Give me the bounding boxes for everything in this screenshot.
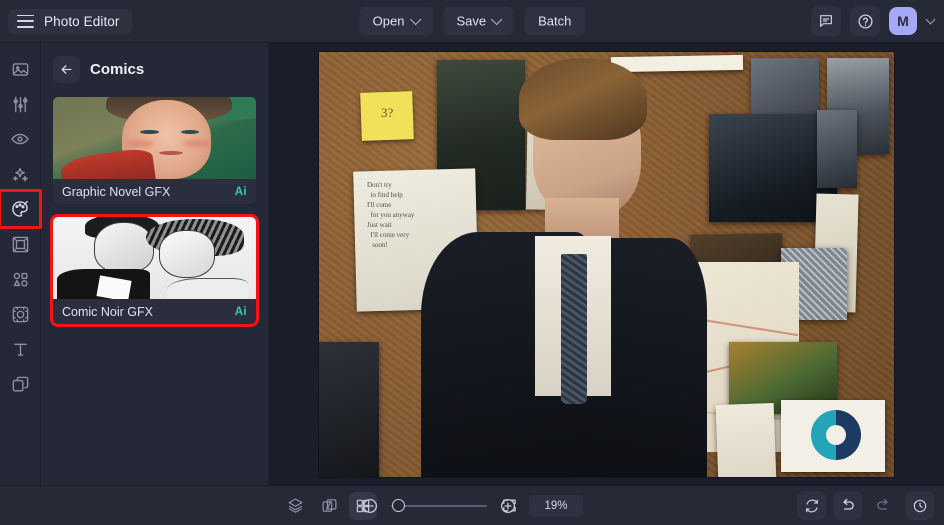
sidebar-item-crop[interactable] (4, 298, 36, 330)
sidebar-item-frames[interactable] (4, 228, 36, 260)
save-button[interactable]: Save (443, 6, 515, 36)
help-circle-icon (857, 13, 873, 29)
open-button[interactable]: Open (359, 6, 433, 36)
pinned-photo (817, 109, 857, 188)
sidebar-item-text[interactable] (4, 333, 36, 365)
preset-name: Comic Noir GFX (62, 304, 153, 319)
reset-icon (805, 499, 818, 512)
layers-icon (288, 498, 302, 513)
donut-chart (811, 409, 861, 460)
preset-thumbnail (53, 217, 256, 299)
compare-button[interactable] (315, 492, 343, 520)
chevron-down-icon (409, 13, 422, 25)
sliders-icon (12, 96, 28, 112)
tool-rail (0, 43, 42, 485)
sidebar-item-effects[interactable] (4, 158, 36, 190)
preset-card-graphic-novel[interactable]: Graphic Novel GFX Ai (53, 97, 256, 204)
eye-icon (11, 133, 29, 145)
sidebar-item-adjust[interactable] (4, 88, 36, 120)
batch-label: Batch (538, 13, 572, 29)
chevron-down-icon[interactable] (925, 14, 936, 24)
pinned-paper (715, 402, 777, 477)
app-header: Photo Editor Open Save Batch M (0, 0, 944, 43)
help-button[interactable] (850, 6, 880, 36)
batch-button[interactable]: Batch (525, 6, 585, 36)
history-icon (913, 499, 926, 512)
hamburger-icon[interactable] (17, 14, 34, 28)
app-root: Photo Editor Open Save Batch M Comics Gr… (0, 0, 944, 525)
zoom-in-icon (500, 498, 516, 513)
person-subject (415, 57, 707, 477)
layers-button[interactable] (281, 492, 309, 520)
app-footer: 19% (0, 485, 944, 525)
history-button[interactable] (905, 491, 934, 520)
text-t-icon (13, 343, 27, 356)
presets-panel: Comics Graphic Novel GFX Ai Comic Noir G… (41, 43, 269, 485)
preset-label-row: Comic Noir GFX Ai (53, 299, 256, 324)
app-body: Comics Graphic Novel GFX Ai Comic Noir G… (0, 43, 944, 485)
zoom-out-icon (362, 498, 378, 513)
preset-thumbnail (53, 97, 256, 179)
preset-name: Graphic Novel GFX (62, 184, 171, 199)
zoom-in-button[interactable] (499, 497, 517, 515)
zoom-slider[interactable] (391, 499, 487, 513)
redo-button[interactable] (869, 491, 898, 520)
sidebar-item-shapes[interactable] (4, 263, 36, 295)
undo-icon (843, 498, 854, 510)
preset-card-comic-noir[interactable]: Comic Noir GFX Ai (50, 214, 259, 327)
zoom-level-value[interactable]: 19% (529, 494, 583, 517)
page-title: Comics (90, 60, 145, 78)
redo-icon (877, 498, 888, 510)
header-left: Photo Editor (0, 8, 132, 34)
palette-icon (12, 200, 28, 217)
pinned-photo (319, 341, 379, 477)
sidebar-item-retouch[interactable] (4, 123, 36, 155)
zoom-slider-handle[interactable] (392, 499, 405, 512)
zoom-slider-track (391, 504, 487, 507)
pinned-paper (610, 54, 744, 72)
chevron-down-icon (491, 13, 503, 25)
ai-badge: Ai (234, 185, 247, 198)
layers-copy-icon (12, 376, 28, 392)
preset-label-row: Graphic Novel GFX Ai (53, 179, 256, 204)
undo-button[interactable] (833, 491, 862, 520)
feedback-button[interactable] (811, 6, 841, 36)
avatar[interactable]: M (889, 7, 917, 35)
arrow-left-icon (61, 64, 72, 74)
reset-button[interactable] (797, 491, 826, 520)
sticky-note-text: 3? (381, 104, 394, 120)
avatar-initial: M (897, 13, 909, 29)
canvas-image[interactable]: 3? Don't try to find help I'll come for y… (319, 51, 894, 477)
zoom-controls: 19% (361, 494, 583, 517)
compare-icon (322, 499, 336, 512)
sidebar-item-layers[interactable] (4, 368, 36, 400)
sidebar-item-image[interactable] (4, 53, 36, 85)
comment-icon (820, 15, 832, 27)
preset-list: Graphic Novel GFX Ai Comic Noir GFX Ai (41, 89, 268, 327)
canvas-area[interactable]: 3? Don't try to find help I'll come for y… (269, 43, 944, 485)
ai-badge: Ai (234, 305, 247, 318)
header-right: M (811, 6, 944, 36)
image-icon (12, 62, 28, 76)
zoom-out-button[interactable] (361, 497, 379, 515)
app-title: Photo Editor (44, 13, 120, 29)
back-button[interactable] (53, 55, 80, 83)
app-menu-button[interactable]: Photo Editor (8, 8, 132, 34)
sidebar-item-styles[interactable] (0, 189, 42, 229)
save-label: Save (456, 13, 487, 29)
header-actions: Open Save Batch (359, 6, 585, 36)
frame-icon (12, 236, 28, 252)
footer-right (797, 491, 944, 520)
crop-focus-icon (12, 306, 28, 322)
open-label: Open (372, 13, 405, 29)
shapes-icon (13, 272, 28, 287)
sparkles-icon (13, 167, 28, 182)
panel-header: Comics (41, 49, 268, 89)
